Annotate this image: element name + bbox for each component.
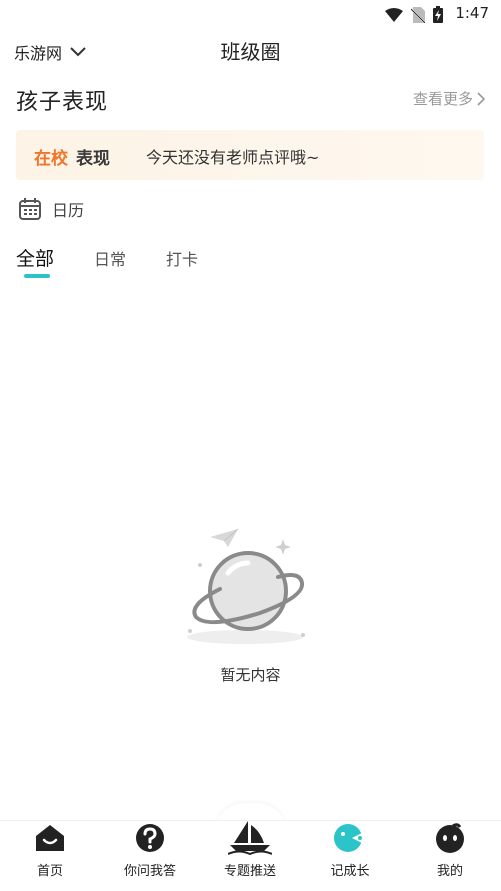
empty-state-text: 暂无内容: [220, 666, 281, 684]
tab-label: 日常: [94, 250, 127, 269]
sailboat-icon: [228, 821, 272, 855]
status-bar: 1:47: [0, 0, 501, 28]
question-icon: [136, 824, 164, 852]
status-icons: [385, 6, 443, 23]
no-sim-icon: [411, 6, 425, 23]
tab-bar: 全部 日常 打卡: [16, 244, 238, 278]
tab-checkin[interactable]: 打卡: [166, 246, 198, 270]
nav-label: 首页: [36, 864, 63, 879]
see-more-link[interactable]: 查看更多: [413, 88, 485, 109]
nav-label: 你问我答: [123, 864, 176, 879]
nav-item-growth[interactable]: 记成长: [300, 822, 400, 879]
banner-tag-rest: 表现: [76, 149, 110, 169]
calendar-label: 日历: [52, 201, 85, 220]
status-time: 1:47: [455, 4, 489, 22]
tab-label: 打卡: [166, 250, 199, 269]
battery-charging-icon: [433, 6, 443, 23]
nav-item-qa[interactable]: 你问我答: [100, 822, 200, 879]
tab-all[interactable]: 全部: [16, 244, 55, 278]
header: 乐游网 班级圈: [0, 28, 501, 74]
tab-active-indicator: [24, 274, 50, 278]
nav-label: 记成长: [330, 864, 370, 879]
nav-label: 我的: [436, 864, 463, 879]
banner-tag-highlight: 在校: [34, 149, 68, 169]
see-more-label: 查看更多: [412, 90, 473, 108]
nav-label: 专题推送: [223, 864, 276, 879]
calendar-icon: [19, 198, 41, 220]
empty-planet-icon: [187, 528, 305, 644]
profile-icon: [436, 823, 464, 853]
section-title: 孩子表现: [16, 90, 109, 115]
tab-label: 全部: [16, 248, 55, 270]
wifi-icon: [385, 7, 403, 22]
nav-item-home[interactable]: 首页: [0, 822, 100, 879]
nav-item-profile[interactable]: 我的: [400, 822, 500, 879]
calendar-button[interactable]: 日历: [18, 197, 84, 221]
tab-daily[interactable]: 日常: [94, 246, 126, 270]
nav-item-topics[interactable]: 专题推送: [200, 821, 300, 879]
growth-icon: [334, 824, 364, 852]
page-title: 班级圈: [220, 40, 281, 64]
chevron-right-icon: [477, 91, 485, 106]
home-icon: [36, 825, 64, 851]
school-performance-banner[interactable]: 在校 表现 今天还没有老师点评哦~: [16, 130, 484, 180]
banner-message: 今天还没有老师点评哦~: [146, 148, 320, 167]
